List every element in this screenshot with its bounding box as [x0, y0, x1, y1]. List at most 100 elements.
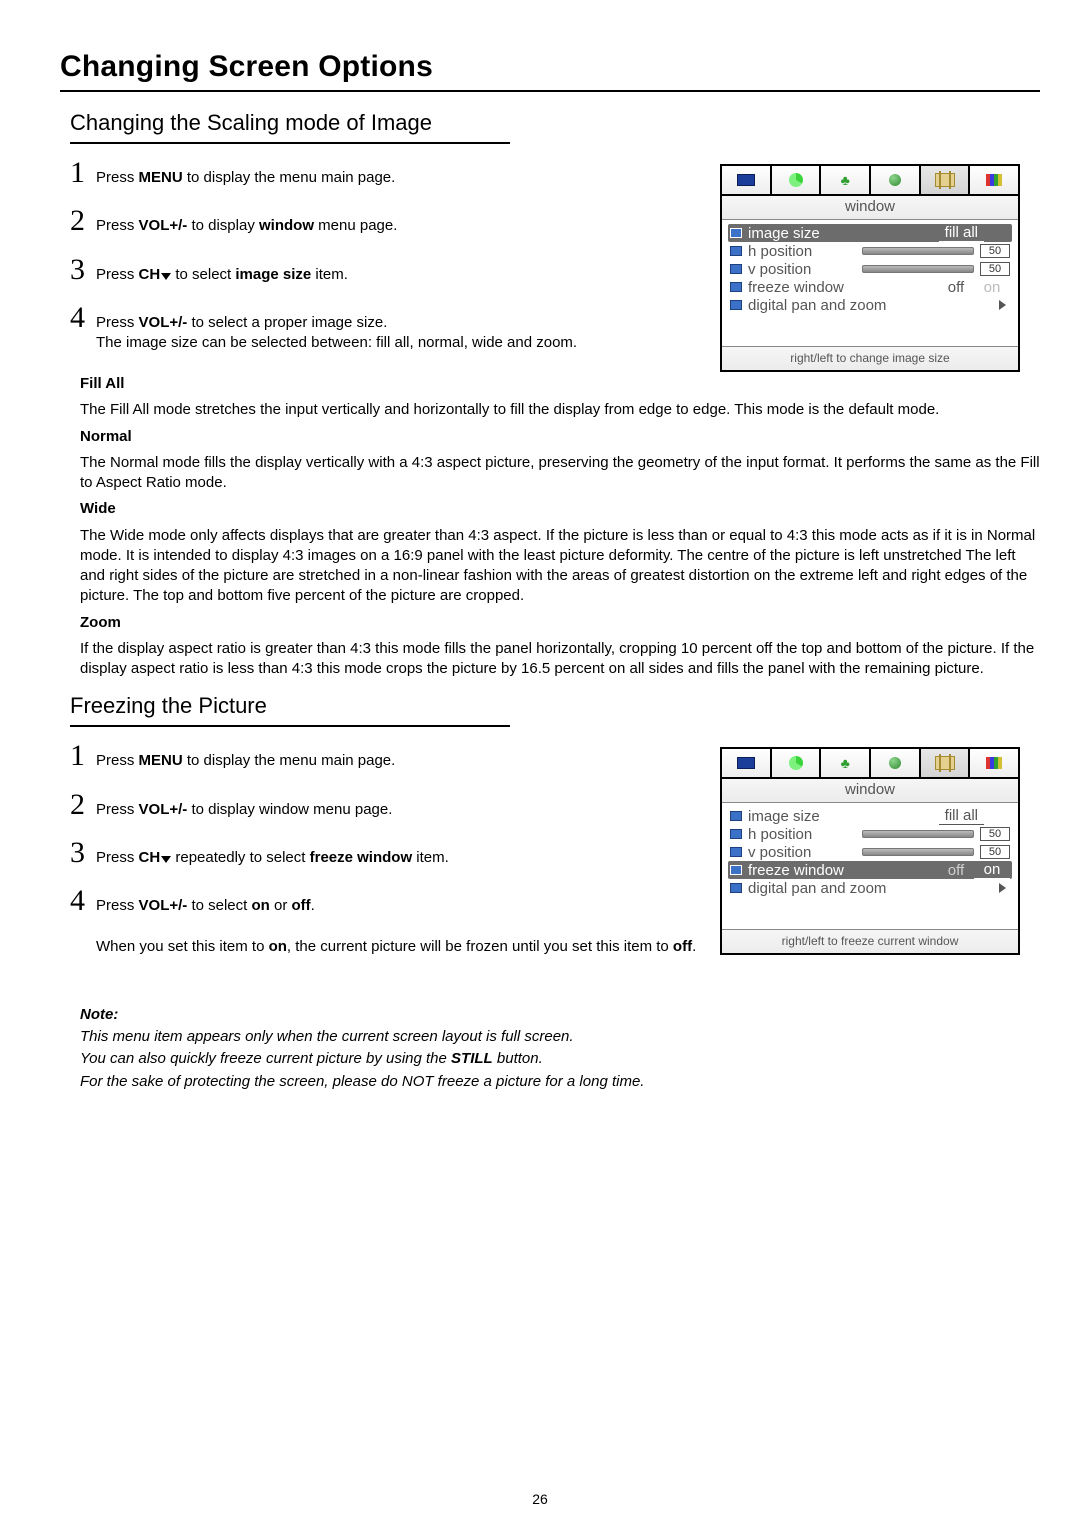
osd-window-freeze: ♣ window image size fill all h po — [720, 747, 1020, 955]
text: Press — [96, 217, 139, 234]
osd-tab-tree: ♣ — [821, 749, 871, 777]
title-rule — [60, 90, 1040, 92]
mode-text: The Fill All mode stretches the input ve… — [80, 400, 1040, 420]
step-3: 3 Press CH to select image size item. — [70, 255, 700, 285]
text-bold: MENU — [139, 169, 183, 186]
osd-tab-window — [921, 749, 971, 777]
text-bold: freeze window — [310, 849, 413, 866]
text: Press — [96, 897, 139, 914]
text: . — [311, 897, 315, 914]
osd-row-freeze: freeze window off on — [728, 278, 1012, 296]
slider-icon — [862, 265, 974, 273]
mode-text: The Wide mode only affects displays that… — [80, 526, 1040, 607]
text-bold: window — [259, 217, 314, 234]
osd-footer: right/left to freeze current window — [722, 929, 1018, 953]
page-title: Changing Screen Options — [60, 50, 1040, 84]
text: to select — [171, 266, 235, 283]
note-block: Note: This menu item appears only when t… — [80, 1005, 1040, 1092]
text-bold: CH — [139, 266, 161, 283]
osd-tab-audio — [772, 166, 822, 194]
picture-icon — [737, 757, 755, 769]
note-line: You can also quickly freeze current pict… — [80, 1050, 451, 1067]
text: Press — [96, 801, 139, 818]
osd-tab-picture — [722, 166, 772, 194]
osd-row-v-position: v position 50 — [728, 260, 1012, 278]
chevron-right-icon — [999, 883, 1006, 893]
row-marker-icon — [730, 847, 742, 857]
text: Press — [96, 849, 139, 866]
row-label: h position — [748, 826, 862, 843]
row-label: v position — [748, 261, 862, 278]
osd-tab-picture — [722, 749, 772, 777]
row-marker-icon — [730, 865, 742, 875]
picture-icon — [737, 174, 755, 186]
row-label: freeze window — [748, 279, 938, 296]
osd-row-freeze: freeze window off on — [728, 861, 1012, 879]
text: The image size can be selected between: … — [96, 334, 577, 351]
row-label: digital pan and zoom — [748, 880, 999, 897]
text: to display the menu main page. — [183, 752, 396, 769]
row-marker-icon — [730, 264, 742, 274]
text-bold: on — [269, 938, 287, 955]
osd-tabs: ♣ — [722, 166, 1018, 196]
section-heading-scaling: Changing the Scaling mode of Image — [70, 110, 1040, 136]
osd-tabs: ♣ — [722, 749, 1018, 779]
osd-row-image-size: image size fill all — [728, 807, 1012, 825]
osd-title: window — [722, 779, 1018, 803]
text-bold: CH — [139, 849, 161, 866]
row-label: image size — [748, 225, 939, 242]
row-value: 50 — [980, 262, 1010, 276]
row-marker-icon — [730, 300, 742, 310]
text-bold: off — [673, 938, 692, 955]
page-number: 26 — [0, 1491, 1080, 1507]
step-1: 1 Press MENU to display the menu main pa… — [70, 741, 700, 771]
chevron-right-icon — [999, 300, 1006, 310]
text-bold: on — [251, 897, 269, 914]
step-number: 1 — [70, 158, 96, 188]
note-line: For the sake of protecting the screen, p… — [80, 1072, 1040, 1092]
text-bold: VOL+/- — [139, 314, 188, 331]
row-label: freeze window — [748, 862, 938, 879]
text: to select a proper image size. — [187, 314, 387, 331]
note-label: Note: — [80, 1005, 1040, 1025]
text: menu page. — [314, 217, 397, 234]
note-line: This menu item appears only when the cur… — [80, 1027, 1040, 1047]
row-label: digital pan and zoom — [748, 297, 999, 314]
step-number: 4 — [70, 886, 96, 916]
tree-icon: ♣ — [841, 172, 850, 188]
text: to display window menu page. — [187, 801, 392, 818]
row-marker-icon — [730, 228, 742, 238]
mode-heading: Fill All — [80, 375, 124, 392]
text: . — [692, 938, 696, 955]
osd-tab-window — [921, 166, 971, 194]
row-label: image size — [748, 808, 939, 825]
osd-row-v-position: v position 50 — [728, 843, 1012, 861]
osd-row-dpz: digital pan and zoom — [728, 296, 1012, 314]
text-bold: VOL+/- — [139, 801, 188, 818]
audio-icon — [789, 756, 803, 770]
osd-tab-audio — [772, 749, 822, 777]
slider-icon — [862, 848, 974, 856]
option-off: off — [938, 279, 974, 296]
step-number: 3 — [70, 838, 96, 868]
section-rule — [70, 142, 510, 144]
osd-tab-globe — [871, 166, 921, 194]
step-4: 4 Press VOL+/- to select a proper image … — [70, 303, 700, 354]
osd-window-image-size: ♣ window image size fill all h po — [720, 164, 1020, 372]
step-2: 2 Press VOL+/- to display window menu pa… — [70, 790, 700, 820]
mode-text: The Normal mode fills the display vertic… — [80, 453, 1040, 494]
text-bold: VOL+/- — [139, 897, 188, 914]
colorbars-icon — [986, 174, 1002, 186]
text: When you set this item to — [96, 938, 269, 955]
text: item. — [412, 849, 449, 866]
osd-tab-globe — [871, 749, 921, 777]
tree-icon: ♣ — [841, 755, 850, 771]
osd-tab-colorbars — [970, 166, 1018, 194]
text: Press — [96, 314, 139, 331]
text-bold: off — [292, 897, 311, 914]
note-bold: STILL — [451, 1050, 493, 1067]
row-marker-icon — [730, 811, 742, 821]
row-value: 50 — [980, 827, 1010, 841]
text: or — [270, 897, 292, 914]
text-bold: VOL+/- — [139, 217, 188, 234]
